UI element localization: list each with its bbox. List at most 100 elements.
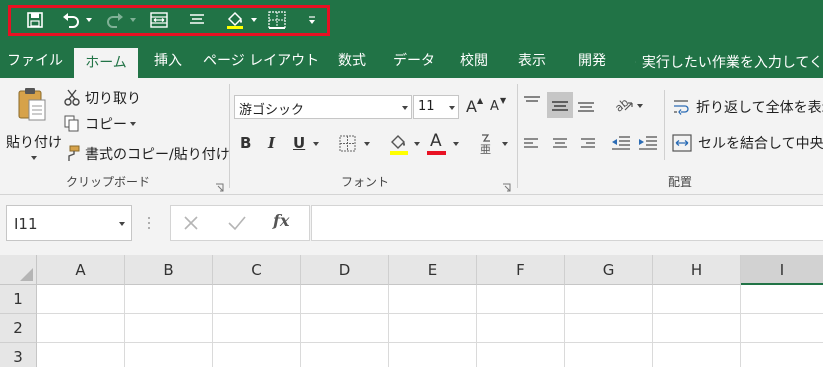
align-center-ribbon-button[interactable] (552, 136, 570, 152)
font-size-combobox[interactable]: 11 (413, 95, 459, 119)
align-right-button[interactable] (580, 136, 598, 152)
fill-color-icon (227, 11, 243, 29)
wrap-text-button[interactable]: 折り返して全体を表示 (672, 96, 823, 118)
fill-color-ribbon-button[interactable] (388, 132, 410, 156)
customize-qat-button[interactable] (306, 8, 318, 32)
select-all-button[interactable] (0, 255, 37, 285)
formula-bar-row: I11 fx (0, 195, 823, 255)
merge-cells-icon (150, 12, 168, 28)
underline-dropdown-icon[interactable] (313, 142, 319, 146)
copy-button[interactable]: コピー (64, 114, 144, 134)
svg-text:ab: ab (613, 96, 631, 114)
align-right-icon (581, 138, 595, 148)
tab-page-layout[interactable]: ページ レイアウト (203, 44, 319, 78)
bottom-align-icon (578, 102, 594, 112)
chevron-down-icon (130, 18, 136, 22)
underline-button[interactable]: U (293, 134, 309, 154)
align-left-button[interactable] (523, 136, 541, 152)
increase-indent-button[interactable] (638, 135, 658, 153)
tell-me-box[interactable]: 実行したい作業を入力してく (635, 53, 823, 71)
tab-data[interactable]: データ (388, 44, 440, 78)
borders-button[interactable] (266, 8, 288, 32)
align-center-button[interactable] (186, 8, 208, 32)
font-size-value: 11 (418, 99, 435, 114)
tab-view[interactable]: 表示 (510, 44, 554, 78)
clipboard-dialog-launcher[interactable] (215, 177, 224, 192)
chevron-down-icon (31, 156, 37, 160)
group-divider (664, 90, 665, 160)
ribbon-tab-row: ファイル ホーム 挿入 ページ レイアウト 数式 データ 校閲 表示 開発 実行… (0, 44, 823, 78)
shrink-font-button[interactable]: A ▼ (490, 96, 508, 118)
chevron-down-icon[interactable] (502, 142, 508, 146)
italic-button[interactable]: I (268, 134, 284, 154)
row-header-1[interactable]: 1 (0, 285, 37, 314)
fill-color-dropdown[interactable] (249, 8, 259, 32)
paste-button[interactable]: 貼り付け (4, 84, 62, 168)
chevron-down-icon[interactable] (637, 104, 643, 108)
chevron-down-icon[interactable] (364, 142, 370, 146)
font-color-button[interactable]: A (426, 131, 448, 155)
redo-dropdown[interactable] (128, 8, 138, 32)
font-name-combobox[interactable]: 游ゴシック (234, 95, 412, 119)
phonetic-guide-button[interactable]: 亜 (478, 133, 494, 156)
format-painter-label: 書式のコピー/貼り付け (85, 147, 230, 163)
redo-button[interactable] (104, 8, 126, 32)
column-header-i[interactable]: I (741, 255, 823, 285)
column-header-h[interactable]: H (653, 255, 741, 285)
confirm-entry-button[interactable] (228, 215, 248, 233)
format-painter-icon (68, 145, 80, 161)
chevron-down-icon (402, 106, 408, 110)
bottom-align-button[interactable] (576, 94, 598, 116)
cut-button[interactable]: 切り取り (64, 88, 144, 108)
merge-center-button[interactable]: セルを結合して中央揃 (672, 132, 823, 154)
clipboard-group-label: クリップボード (66, 175, 151, 189)
tab-developer[interactable]: 開発 (569, 44, 615, 78)
worksheet-grid[interactable]: A B C D E F G H I 1 2 3 (0, 255, 823, 367)
row-header-3[interactable]: 3 (0, 343, 37, 367)
bold-button[interactable]: B (240, 134, 256, 154)
row-header-2[interactable]: 2 (0, 314, 37, 343)
save-icon (27, 12, 43, 28)
check-icon (228, 216, 246, 231)
format-painter-button[interactable]: 書式のコピー/貼り付け (64, 144, 230, 164)
gridline (37, 342, 823, 343)
insert-function-button[interactable]: fx (273, 211, 295, 233)
font-dialog-launcher[interactable] (502, 177, 511, 192)
column-header-f[interactable]: F (477, 255, 565, 285)
chevron-down-icon[interactable] (414, 142, 420, 146)
column-header-d[interactable]: D (301, 255, 389, 285)
fill-color-button[interactable] (224, 8, 246, 32)
decrease-indent-button[interactable] (611, 135, 631, 153)
select-all-triangle-icon (20, 268, 33, 281)
chevron-down-icon[interactable] (453, 142, 459, 146)
undo-dropdown[interactable] (84, 8, 94, 32)
top-align-button[interactable] (522, 94, 544, 116)
merge-center-label: セルを結合して中央揃 (698, 136, 823, 152)
column-header-b[interactable]: B (125, 255, 213, 285)
middle-align-button[interactable] (547, 92, 573, 118)
column-header-e[interactable]: E (389, 255, 477, 285)
save-button[interactable] (24, 8, 46, 32)
paste-label: 貼り付け (6, 135, 62, 151)
grow-font-button[interactable]: A ▲ (466, 96, 484, 118)
column-header-g[interactable]: G (565, 255, 653, 285)
orientation-button[interactable]: ab (612, 94, 635, 116)
tab-insert[interactable]: 挿入 (145, 44, 191, 78)
chevron-down-icon (449, 106, 455, 110)
column-header-c[interactable]: C (213, 255, 301, 285)
tab-formulas[interactable]: 数式 (330, 44, 374, 78)
column-header-a[interactable]: A (37, 255, 125, 285)
formula-input[interactable] (311, 205, 823, 241)
tab-file[interactable]: ファイル (6, 44, 64, 78)
formula-bar-grip[interactable] (147, 215, 151, 231)
borders-ribbon-button[interactable] (339, 135, 357, 153)
name-box[interactable]: I11 (6, 205, 132, 241)
undo-button[interactable] (60, 8, 82, 32)
merge-cells-button[interactable] (148, 8, 170, 32)
cancel-entry-button[interactable] (183, 215, 201, 233)
tab-review[interactable]: 校閲 (452, 44, 496, 78)
tab-home[interactable]: ホーム (74, 48, 138, 78)
chevron-down-icon (119, 222, 125, 226)
gridline (652, 285, 653, 367)
redo-icon (107, 13, 123, 28)
